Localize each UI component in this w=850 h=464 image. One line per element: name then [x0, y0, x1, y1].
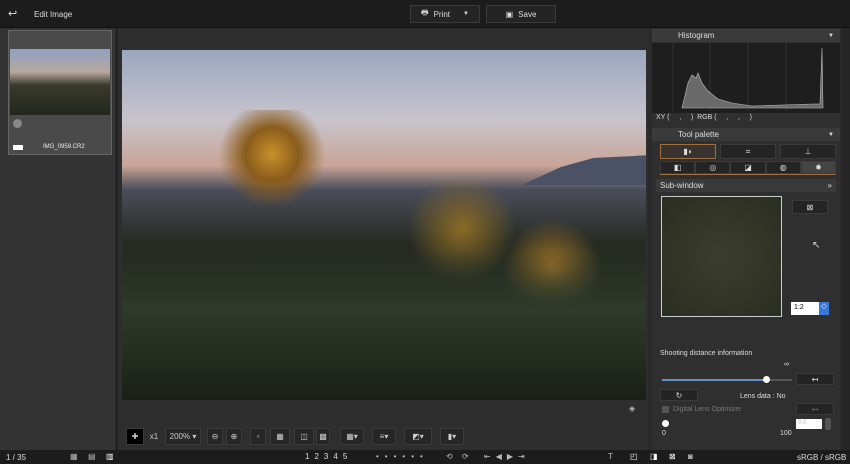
tab-crop[interactable]: ⌗	[720, 144, 776, 159]
histogram-readout: XY ( , ) RGB ( , , )	[656, 114, 752, 121]
color-space-label: sRGB / sRGB	[797, 453, 847, 462]
refresh-button[interactable]: ↻	[660, 389, 698, 401]
shooting-distance-label: Shooting distance information	[660, 350, 753, 357]
collapse-icon[interactable]: ▼	[828, 132, 834, 138]
printer-icon: 🖶	[421, 8, 429, 17]
rating-3[interactable]: 3	[324, 452, 328, 461]
grid-button[interactable]: ▦	[270, 428, 290, 445]
subwindow-zoom-select[interactable]: 1:2 ◇	[791, 302, 829, 315]
title-bar: ↩ Edit Image 🖶 Print ▼ ▣ Save	[0, 0, 850, 28]
tab-stamp[interactable]: ⊥	[780, 144, 836, 159]
zoom-x1-button[interactable]: x1	[146, 428, 162, 445]
dlo-label: Digital Lens Optimizer	[673, 406, 742, 413]
rotate-left-icon[interactable]: ⟲	[446, 452, 453, 461]
histogram-header[interactable]: Histogram ▼	[652, 29, 840, 42]
camera-icon[interactable]: ◙	[688, 452, 693, 461]
text-tool-icon[interactable]: T	[608, 452, 613, 461]
rating-1[interactable]: 1	[305, 452, 309, 461]
edit-status-icon	[13, 119, 22, 128]
af-point-button[interactable]: ▫	[250, 428, 266, 445]
palette-icon[interactable]: ◰	[630, 452, 638, 461]
tool-tabs: ◧ ◎ ◪ ◍ ✹	[660, 161, 837, 175]
foliage	[122, 250, 646, 400]
display-button[interactable]: ◩▾	[404, 428, 432, 445]
dlo-slider[interactable]	[662, 420, 669, 427]
color-label-dots[interactable]: ••••••	[376, 452, 429, 461]
layout-button[interactable]: ▦▾	[340, 428, 364, 445]
zoom-in-button[interactable]: ⊕	[226, 428, 242, 445]
print-preview-button[interactable]: ≡▾	[372, 428, 396, 445]
dlo-min-label: 0	[662, 430, 666, 437]
tab-lens-settings[interactable]: ✹	[800, 161, 837, 174]
rotate-right-icon[interactable]: ⟳	[462, 452, 469, 461]
thumbnail-image	[10, 49, 110, 115]
tool-palette-header[interactable]: Tool palette ▼	[652, 128, 840, 141]
checkmark-icon	[13, 145, 23, 150]
zoom-out-button[interactable]: ⊖	[207, 428, 223, 445]
cursor-icon: ↖	[812, 240, 821, 251]
dlo-reset-button[interactable]: ↤	[796, 403, 834, 415]
page-title: Edit Image	[34, 10, 73, 19]
tab-color[interactable]: ◍	[765, 161, 801, 174]
flowers	[212, 110, 332, 220]
grid-view-icon[interactable]: ▦	[70, 452, 78, 461]
subwindow-preview[interactable]	[661, 196, 782, 317]
dlo-max-label: 100	[780, 430, 792, 437]
thumbnail[interactable]: IMG_0959.CR2	[8, 30, 112, 155]
image-counter: 1 / 35	[6, 453, 27, 462]
distance-reset-button[interactable]: ↤	[796, 373, 834, 385]
photo-preview[interactable]	[122, 50, 646, 400]
fit-button[interactable]: ✚	[126, 428, 144, 445]
overlay-button[interactable]: ▩	[316, 428, 330, 445]
rating-2[interactable]: 2	[314, 452, 318, 461]
subwindow-expand-button[interactable]: ⊠	[792, 200, 828, 214]
infinity-label: ∞	[784, 361, 789, 368]
scrollbar[interactable]	[842, 28, 850, 450]
dlo-checkbox[interactable]	[662, 406, 669, 413]
list-view-icon[interactable]: ▤	[88, 452, 96, 461]
lens-data-label: Lens data : No	[740, 393, 786, 400]
zoom-select[interactable]: 200% ▾	[165, 428, 201, 445]
histogram-toggle-icon[interactable]: ◨	[650, 452, 658, 461]
rating-4[interactable]: 4	[333, 452, 337, 461]
rating-5[interactable]: 5	[343, 452, 347, 461]
thumbnail-filename: IMG_0959.CR2	[43, 144, 85, 150]
tab-tone[interactable]: ◧	[660, 161, 696, 174]
navigation-arrows[interactable]: ⇤◀▶⇥	[484, 452, 530, 461]
print-button[interactable]: 🖶 Print ▼	[410, 5, 480, 23]
distance-slider[interactable]	[662, 376, 792, 383]
rating-group: 12345	[305, 452, 347, 461]
collapse-icon[interactable]: ▼	[828, 33, 834, 39]
tool-panel: Histogram ▼ XY ( , ) RGB ( , , ) Tool pal…	[652, 28, 840, 450]
dlo-value-input[interactable]: 0.0	[796, 419, 822, 429]
save-button[interactable]: ▣ Save	[486, 5, 556, 23]
subwindow-header[interactable]: Sub-window»	[656, 179, 836, 192]
compare-button[interactable]: ◫	[294, 428, 314, 445]
double-chevron-icon[interactable]: »	[828, 181, 832, 190]
chevron-down-icon[interactable]: ▼	[463, 11, 469, 17]
panel-button[interactable]: ▮▾	[440, 428, 464, 445]
navigator-icon[interactable]: ◈	[629, 404, 635, 413]
subwindow-toggle-icon[interactable]: ⊠	[669, 452, 676, 461]
dlo-stepper[interactable]	[825, 418, 831, 430]
save-icon: ▣	[505, 9, 514, 19]
back-icon[interactable]: ↩	[8, 7, 17, 20]
filmstrip-view-icon[interactable]: ▥	[106, 452, 114, 461]
tab-curve[interactable]: ◪	[730, 161, 766, 174]
tab-basic-adjust[interactable]: ▮◗	[660, 144, 716, 159]
tab-noise[interactable]: ◎	[695, 161, 731, 174]
histogram-chart	[652, 43, 840, 113]
status-bar: 1 / 35 ▦ ▤ ▥ 12345 •••••• ⟲ ⟳ ⇤◀▶⇥ T ◰ ◨…	[0, 450, 850, 464]
